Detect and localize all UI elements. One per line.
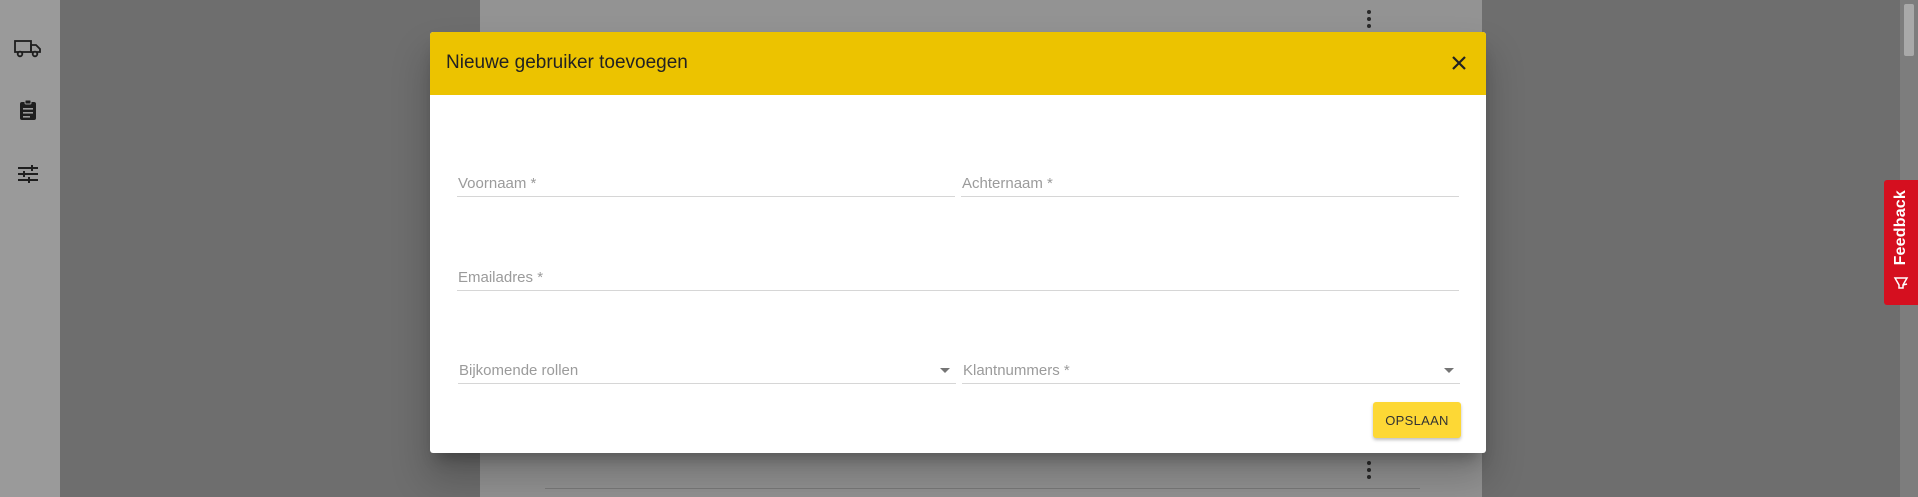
- dialog-title: Nieuwe gebruiker toevoegen: [446, 52, 688, 73]
- feedback-label: Feedback: [1892, 190, 1909, 266]
- roles-placeholder: Bijkomende rollen: [459, 362, 579, 379]
- dropdown-arrow-icon: [940, 368, 950, 373]
- add-user-dialog: Nieuwe gebruiker toevoegen Voornaam * Ac…: [430, 32, 1486, 453]
- sidebar: [0, 0, 60, 497]
- truck-icon[interactable]: [14, 34, 42, 62]
- more-options-icon[interactable]: [1366, 10, 1372, 28]
- dialog-header: Nieuwe gebruiker toevoegen: [430, 32, 1486, 95]
- main-background: [60, 0, 480, 497]
- dropdown-arrow-icon: [1444, 368, 1454, 373]
- roles-select[interactable]: Bijkomende rollen: [458, 357, 956, 384]
- more-options-icon[interactable]: [1366, 461, 1372, 479]
- email-field[interactable]: Emailadres *: [457, 264, 1459, 291]
- right-background: [1482, 0, 1900, 497]
- megaphone-icon: [1892, 273, 1910, 294]
- last-name-placeholder: Achternaam *: [962, 175, 1053, 192]
- last-name-field[interactable]: Achternaam *: [961, 170, 1459, 197]
- customer-numbers-select[interactable]: Klantnummers *: [962, 357, 1460, 384]
- divider: [545, 488, 1420, 489]
- customer-numbers-placeholder: Klantnummers *: [963, 362, 1070, 379]
- scrollbar-thumb[interactable]: [1904, 4, 1914, 56]
- tune-icon[interactable]: [14, 160, 42, 188]
- feedback-tab[interactable]: Feedback: [1884, 180, 1918, 305]
- close-icon: [1452, 56, 1466, 70]
- close-button[interactable]: [1446, 50, 1472, 76]
- first-name-field[interactable]: Voornaam *: [457, 170, 955, 197]
- save-button[interactable]: OPSLAAN: [1373, 402, 1461, 438]
- clipboard-icon[interactable]: [14, 96, 42, 124]
- first-name-placeholder: Voornaam *: [458, 175, 537, 192]
- email-placeholder: Emailadres *: [458, 269, 544, 286]
